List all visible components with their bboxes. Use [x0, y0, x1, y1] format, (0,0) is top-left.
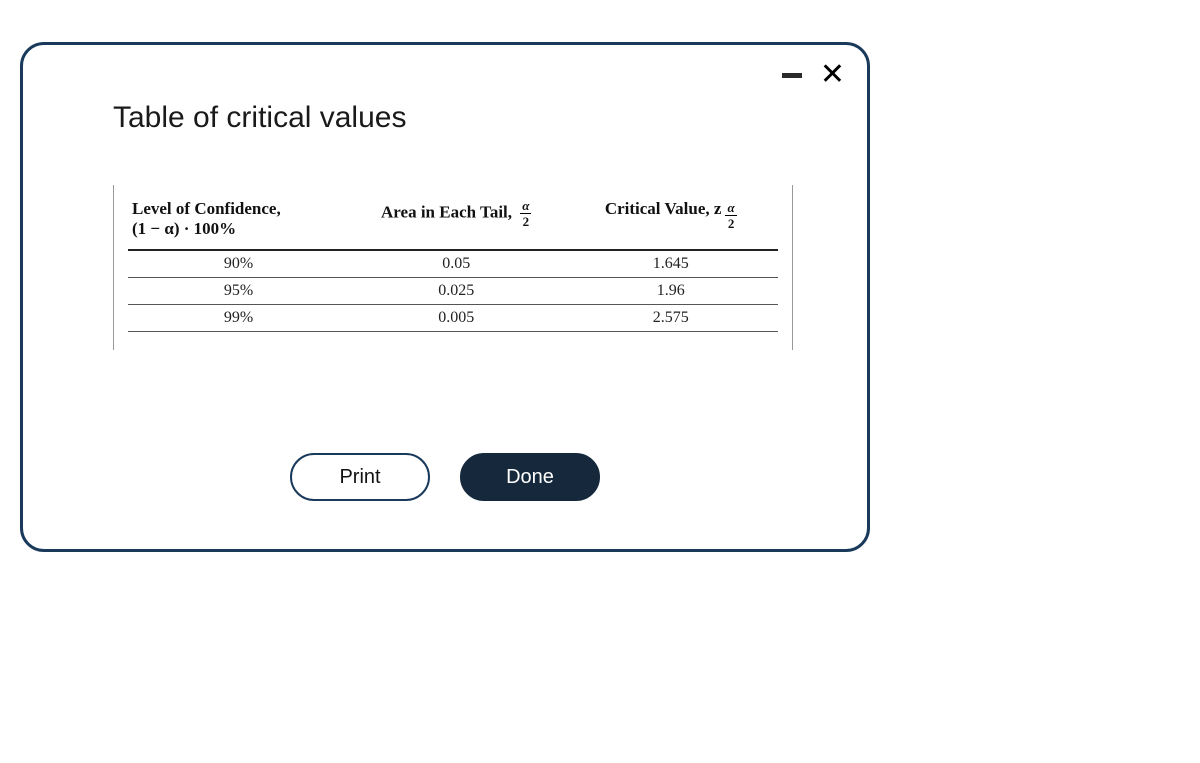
header-confidence: Level of Confidence, (1 − α) · 100%	[128, 193, 349, 250]
z-subscript-icon: α2	[725, 201, 736, 230]
table-row: 90% 0.05 1.645	[128, 250, 778, 278]
print-button[interactable]: Print	[290, 453, 430, 501]
cell-confidence: 90%	[128, 250, 349, 278]
minimize-icon[interactable]	[782, 73, 802, 78]
cell-critical: 1.96	[564, 278, 779, 305]
header-tail-prefix: Area in Each Tail,	[381, 202, 512, 221]
header-confidence-line2: (1 − α) · 100%	[132, 219, 345, 239]
header-confidence-line1: Level of Confidence,	[132, 199, 281, 218]
table-row: 99% 0.005 2.575	[128, 305, 778, 332]
cell-tail: 0.005	[349, 305, 564, 332]
done-button[interactable]: Done	[460, 453, 600, 501]
cell-tail: 0.025	[349, 278, 564, 305]
header-critical-prefix: Critical Value, z	[605, 199, 722, 218]
critical-values-table: Level of Confidence, (1 − α) · 100% Area…	[113, 185, 793, 350]
window-controls: ✕	[782, 60, 845, 90]
header-tail-area: Area in Each Tail, α 2	[349, 193, 564, 250]
alpha-over-two-icon: α 2	[520, 199, 531, 228]
cell-confidence: 99%	[128, 305, 349, 332]
cell-critical: 2.575	[564, 305, 779, 332]
table-header-row: Level of Confidence, (1 − α) · 100% Area…	[128, 193, 778, 250]
table-row: 95% 0.025 1.96	[128, 278, 778, 305]
cell-confidence: 95%	[128, 278, 349, 305]
header-critical-value: Critical Value, zα2	[564, 193, 779, 250]
modal-title: Table of critical values	[113, 101, 406, 135]
close-icon[interactable]: ✕	[820, 60, 845, 90]
cell-critical: 1.645	[564, 250, 779, 278]
critical-values-modal: ✕ Table of critical values Level of Conf…	[20, 42, 870, 552]
button-row: Print Done	[23, 453, 867, 501]
cell-tail: 0.05	[349, 250, 564, 278]
